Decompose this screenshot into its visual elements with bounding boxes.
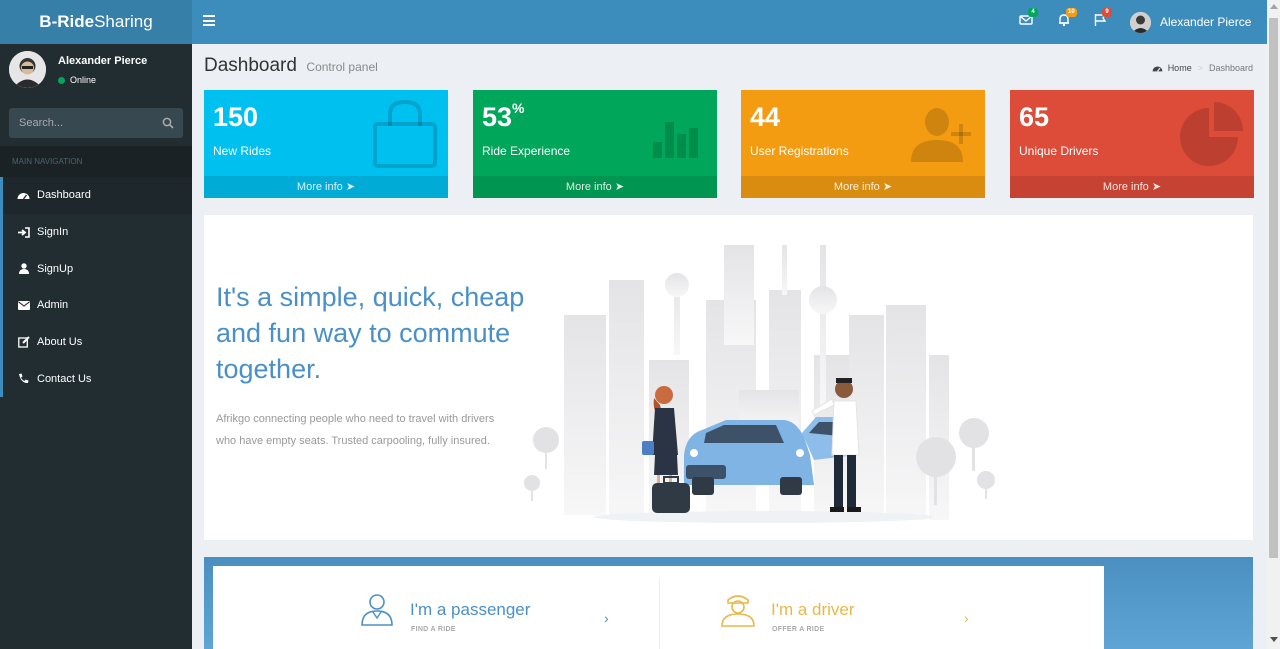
user-plus-icon: [911, 108, 971, 162]
stat-label: Unique Drivers: [1019, 144, 1099, 158]
arrow-circle-right-icon: ➤: [614, 181, 625, 193]
breadcrumb: Home > Dashboard: [1152, 63, 1253, 73]
stat-box-ride-experience: 53% Ride Experience More info ➤: [473, 90, 717, 198]
avatar: [9, 51, 46, 88]
edit-icon: [17, 336, 30, 348]
driver-option[interactable]: I'm a driver OFFER A RIDE ›: [659, 566, 1104, 649]
sidebar-item-label: Contact Us: [37, 372, 92, 385]
stat-value: 44: [750, 102, 781, 132]
sign-in-icon: [17, 226, 30, 238]
stat-value: 150: [213, 102, 259, 132]
more-info-link[interactable]: More info ➤: [473, 176, 717, 198]
arrow-circle-right-icon: ➤: [1151, 181, 1162, 193]
dashboard-icon: [1152, 65, 1163, 72]
passenger-title: I'm a passenger: [410, 600, 531, 619]
scroll-down-icon[interactable]: [1270, 637, 1278, 642]
brand-rest: Sharing: [94, 12, 153, 31]
sidebar-item-label: About Us: [37, 336, 83, 349]
sidebar-item-admin[interactable]: Admin: [0, 287, 192, 324]
scroll-up-icon[interactable]: [1270, 4, 1278, 9]
hero-description: Afrikgo connecting people who need to tr…: [216, 413, 495, 447]
brand-bold: B-Ride: [39, 12, 95, 31]
chevron-right-icon: ›: [604, 610, 609, 626]
more-info-link[interactable]: More info ➤: [204, 176, 448, 198]
stat-label: New Rides: [213, 144, 272, 158]
breadcrumb-home-link[interactable]: Home: [1168, 63, 1192, 73]
arrow-circle-right-icon: ➤: [882, 181, 893, 193]
passenger-subtitle: FIND A RIDE: [411, 626, 456, 633]
breadcrumb-current: Dashboard: [1208, 63, 1253, 73]
notifications-button[interactable]: 10: [1057, 8, 1077, 31]
sidebar: Alexander Pierce Online MAIN NAVIGATION …: [0, 44, 192, 649]
online-dot-icon: [58, 76, 65, 84]
sidebar-item-contact[interactable]: Contact Us: [0, 360, 192, 398]
passenger-option[interactable]: I'm a passenger FIND A RIDE ›: [213, 566, 658, 649]
stat-value: 53%: [482, 100, 525, 132]
driver-subtitle: OFFER A RIDE: [772, 626, 825, 633]
user-icon: [17, 263, 30, 275]
cta-panel: I'm a passenger FIND A RIDE › I'm a driv…: [204, 557, 1253, 649]
scrollbar-thumb[interactable]: [1269, 18, 1278, 558]
sidebar-user-name: Alexander Pierce: [58, 55, 148, 67]
sidebar-search: [9, 108, 183, 138]
search-icon[interactable]: [162, 117, 174, 129]
phone-icon: [17, 373, 30, 385]
sidebar-item-dashboard[interactable]: Dashboard: [0, 177, 192, 214]
sidebar-item-label: SignIn: [37, 226, 69, 239]
stat-box-user-registrations: 44 User Registrations More info ➤: [741, 90, 985, 198]
stat-box-unique-drivers: 65 Unique Drivers More info ➤: [1010, 90, 1254, 198]
page-scrollbar[interactable]: [1267, 0, 1280, 649]
header-user-name: Alexander Pierce: [1160, 15, 1252, 29]
messages-badge: 4: [1028, 8, 1038, 17]
more-info-link[interactable]: More info ➤: [741, 176, 985, 198]
chevron-right-icon: ›: [964, 610, 969, 626]
sidebar-item-signup[interactable]: SignUp: [0, 250, 192, 288]
driver-title: I'm a driver: [771, 600, 855, 619]
envelope-icon: [17, 299, 30, 311]
nav-section-header: MAIN NAVIGATION: [0, 146, 192, 177]
sidebar-toggle-icon[interactable]: [203, 15, 215, 26]
breadcrumb-separator: >: [1197, 63, 1203, 73]
dashboard-icon: [17, 189, 30, 201]
hero-banner: It's a simple, quick, cheap and fun way …: [204, 215, 1253, 540]
hero-headline: It's a simple, quick, cheap and fun way …: [216, 282, 525, 384]
notifications-badge: 10: [1066, 8, 1077, 17]
tasks-button[interactable]: 9: [1093, 8, 1112, 31]
sidebar-item-signin[interactable]: SignIn: [0, 213, 192, 251]
user-status: Online: [58, 75, 96, 85]
user-menu[interactable]: Alexander Pierce: [1130, 0, 1251, 44]
content-header: Dashboard Control panel: [204, 55, 378, 77]
stat-label: User Registrations: [750, 144, 849, 158]
messages-button[interactable]: 4: [1019, 8, 1038, 31]
stat-box-new-rides: 150 New Rides More info ➤: [204, 90, 448, 198]
sidebar-item-label: SignUp: [37, 262, 74, 275]
arrow-circle-right-icon: ➤: [345, 181, 356, 193]
bar-chart-icon: [653, 122, 698, 158]
page-title: Dashboard: [204, 55, 297, 76]
more-info-link[interactable]: More info ➤: [1010, 176, 1254, 198]
avatar: [1130, 11, 1151, 33]
sidebar-item-label: Admin: [37, 299, 69, 312]
status-label: Online: [70, 75, 97, 85]
passenger-icon: [361, 594, 393, 626]
user-panel: Alexander Pierce Online: [0, 44, 192, 100]
stat-value: 65: [1019, 102, 1050, 132]
cta-card: I'm a passenger FIND A RIDE › I'm a driv…: [213, 566, 1104, 649]
driver-icon: [721, 595, 755, 627]
sidebar-item-label: Dashboard: [37, 189, 91, 202]
sidebar-menu: Dashboard SignIn SignUp Admin About Us C…: [0, 177, 192, 398]
shopping-bag-icon: [373, 100, 437, 168]
pie-chart-icon: [1180, 102, 1243, 166]
top-navbar: B-Ride Sharing 4 10 9 Alexander Pierce: [0, 0, 1267, 44]
stat-label: Ride Experience: [482, 144, 571, 158]
carpool-illustration: [524, 245, 995, 523]
brand-logo[interactable]: B-Ride Sharing: [0, 0, 192, 44]
sidebar-item-about[interactable]: About Us: [0, 323, 192, 361]
search-input[interactable]: [9, 108, 149, 138]
tasks-badge: 9: [1102, 8, 1112, 17]
page-subtitle: Control panel: [306, 60, 378, 74]
